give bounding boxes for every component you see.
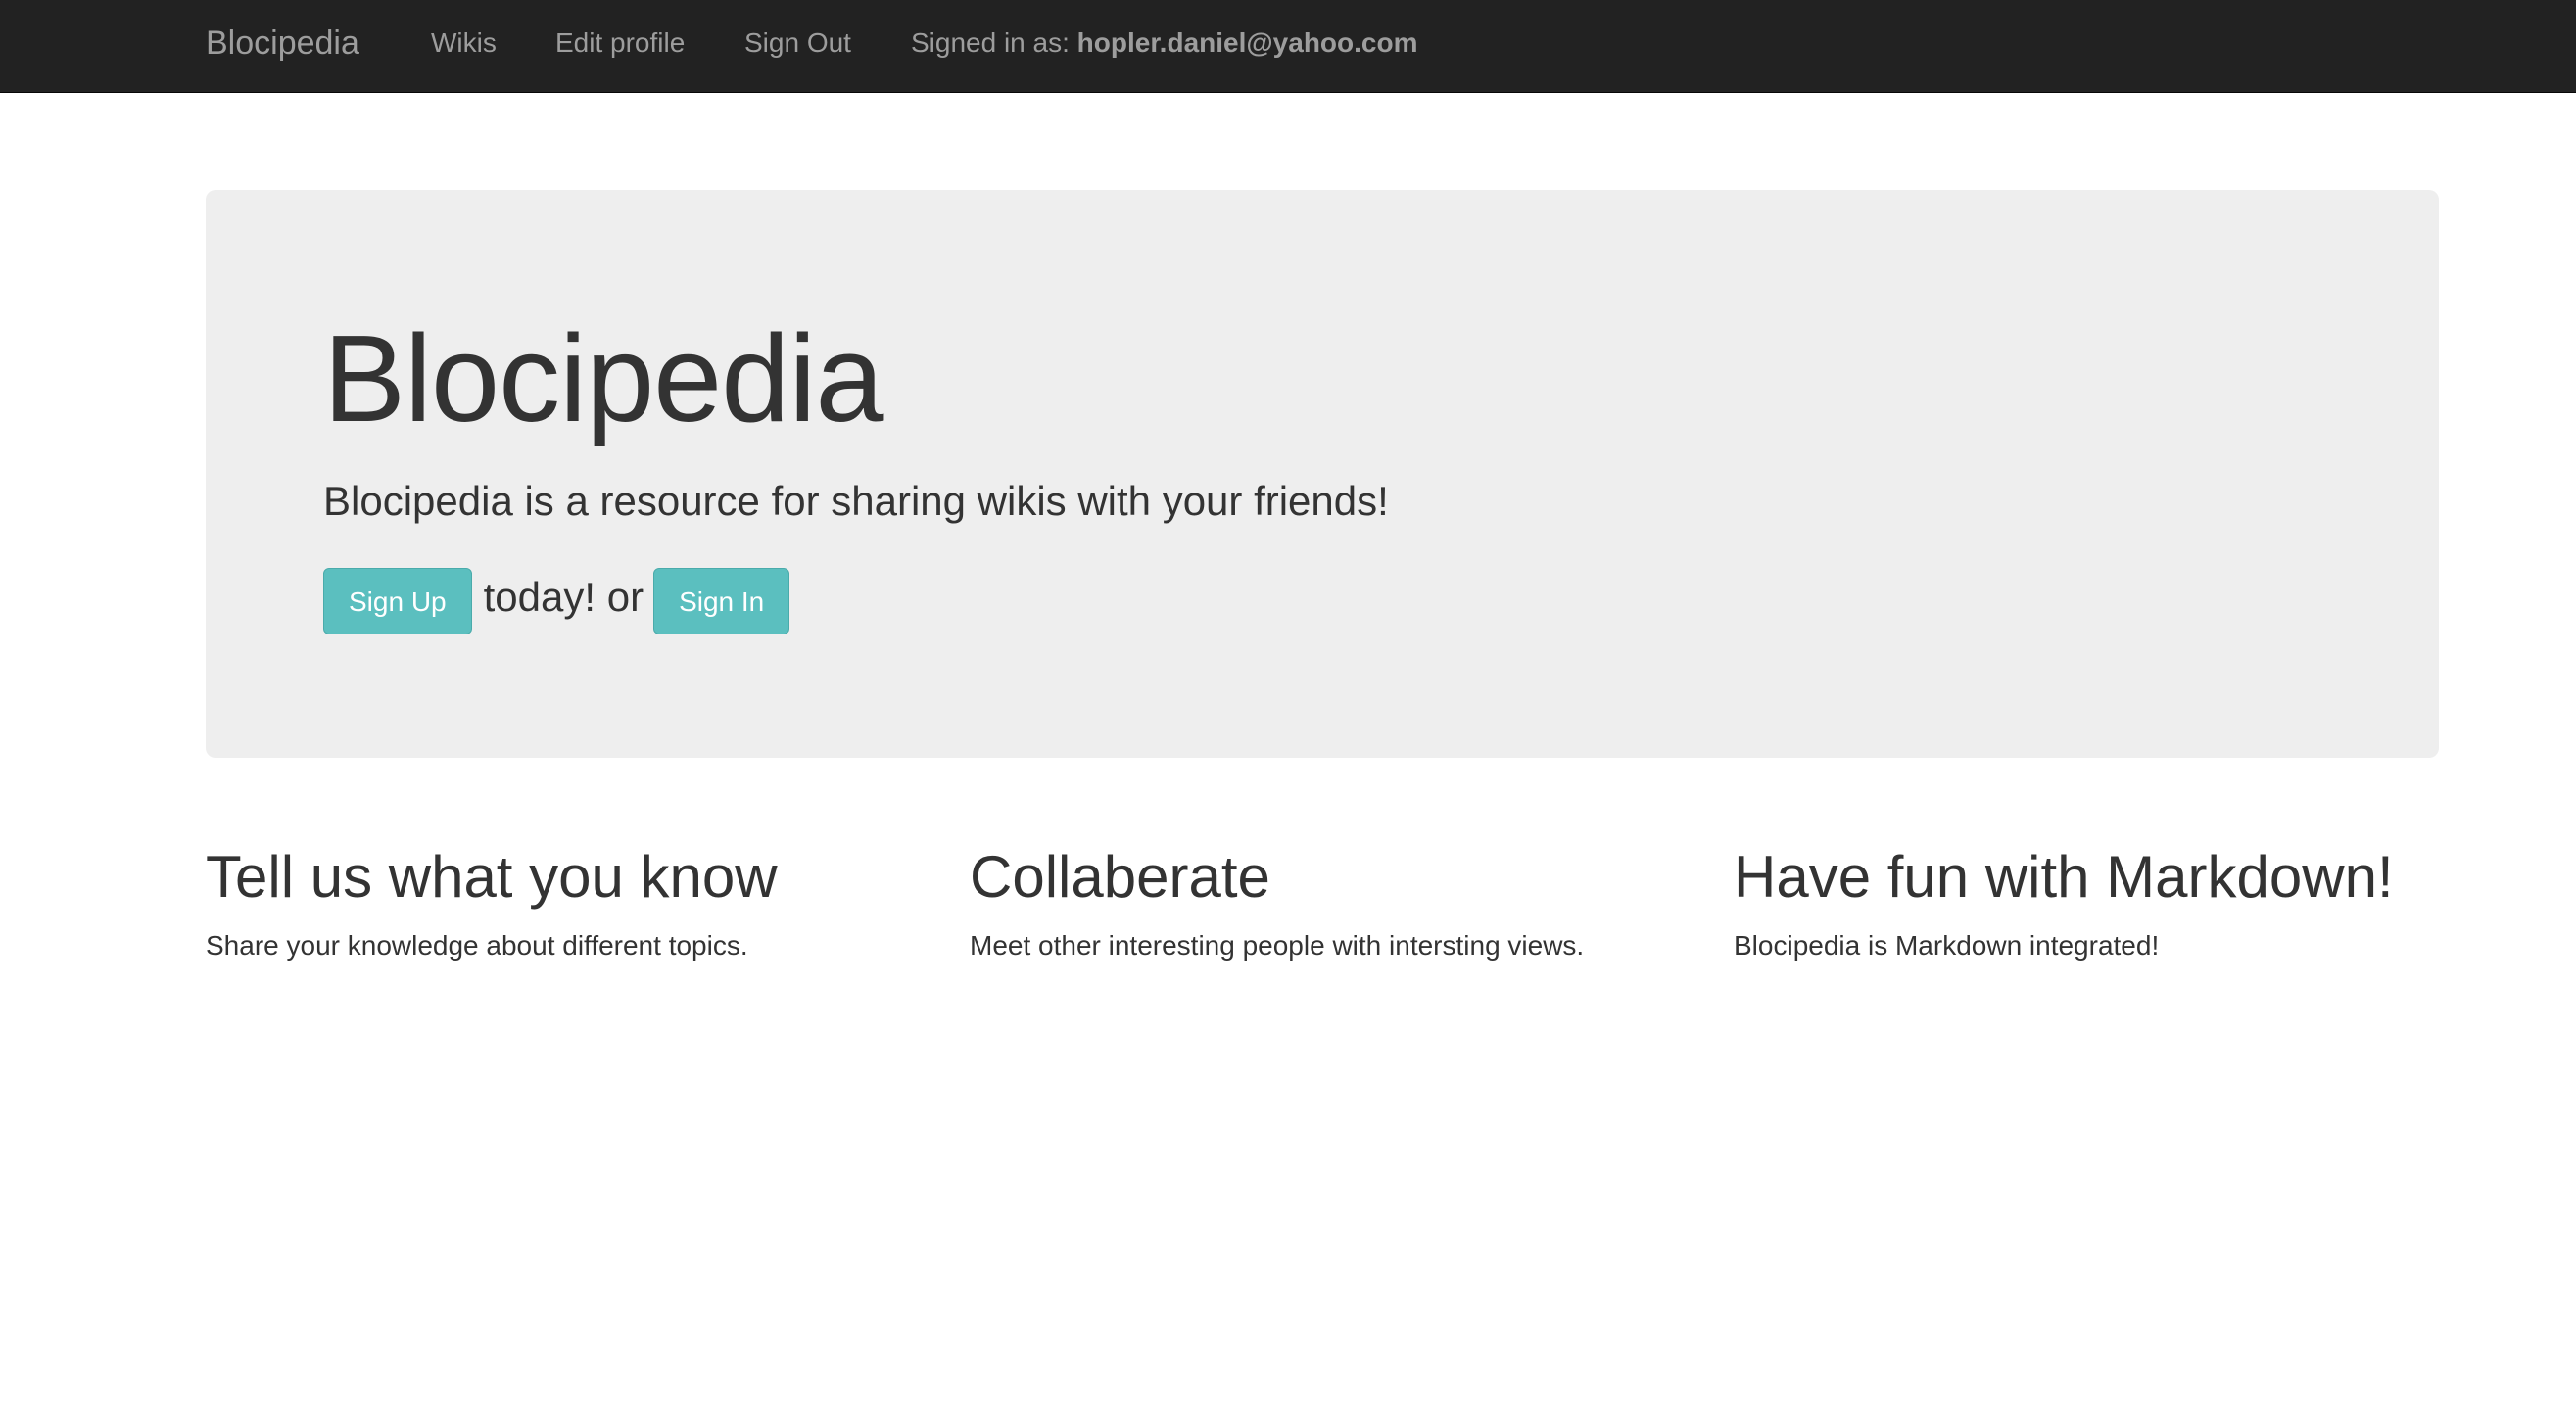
hero-lead-text: Blocipedia is a resource for sharing wik… [323, 478, 1389, 524]
nav-link-wikis[interactable]: Wikis [431, 0, 497, 93]
sign-in-button[interactable]: Sign In [653, 568, 790, 634]
top-navbar: Blocipedia Wikis Edit profile Sign Out S… [0, 0, 2576, 93]
nav-link-sign-out[interactable]: Sign Out [744, 0, 851, 93]
feature-heading: Tell us what you know [206, 844, 778, 910]
signed-in-status: Signed in as: hopler.daniel@yahoo.com [911, 0, 1417, 93]
signed-in-email: hopler.daniel@yahoo.com [1076, 27, 1418, 58]
sign-up-button[interactable]: Sign Up [323, 568, 472, 634]
hero-title: Blocipedia [323, 309, 883, 447]
feature-text: Share your knowledge about different top… [206, 930, 748, 961]
nav-link-edit-profile[interactable]: Edit profile [555, 0, 685, 93]
feature-text: Blocipedia is Markdown integrated! [1734, 930, 2160, 961]
feature-column-markdown: Have fun with Markdown! Blocipedia is Ma… [1734, 842, 2478, 962]
feature-heading: Have fun with Markdown! [1734, 844, 2394, 910]
feature-heading: Collaberate [970, 844, 1270, 910]
hero-call-to-action: Sign Up today! or Sign In [323, 568, 790, 634]
cta-middle-text: today! or [483, 574, 644, 620]
signed-in-prefix: Signed in as: [911, 27, 1077, 58]
feature-text: Meet other interesting people with inter… [970, 930, 1585, 961]
hero-jumbotron: Blocipedia Blocipedia is a resource for … [206, 190, 2439, 758]
feature-column-collaborate: Collaberate Meet other interesting peopl… [970, 842, 1714, 962]
brand-link[interactable]: Blocipedia [206, 0, 359, 93]
feature-column-know: Tell us what you know Share your knowled… [206, 842, 950, 962]
